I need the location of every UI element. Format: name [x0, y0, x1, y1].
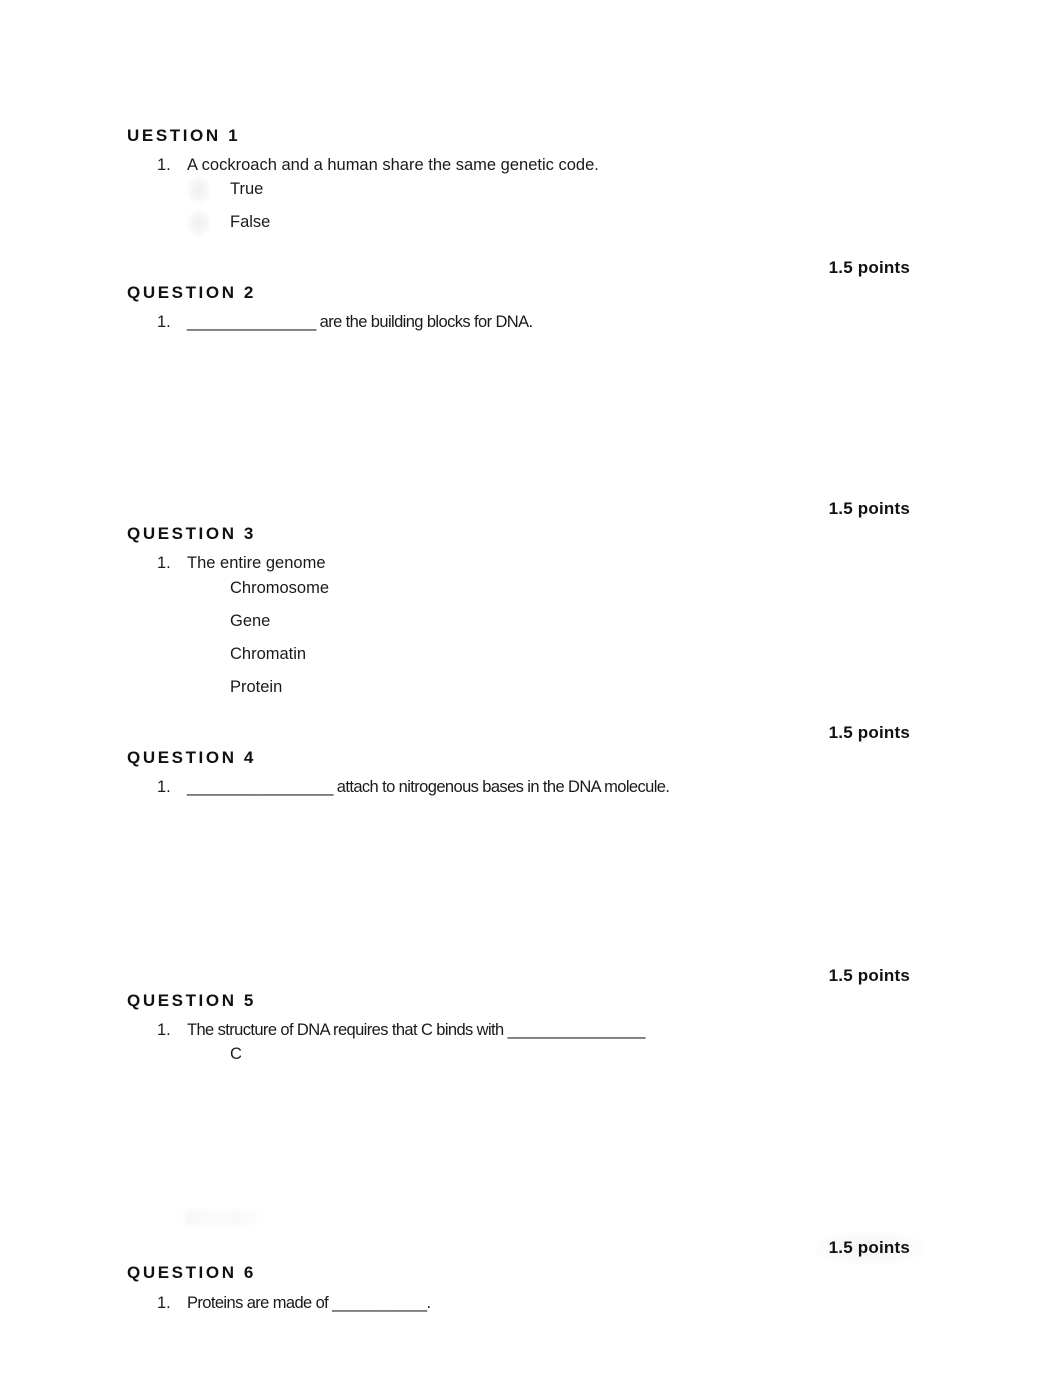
question-2-header: QUESTION 2 [127, 283, 256, 302]
question-3-text: The entire genome [187, 554, 326, 572]
question-4-header: QUESTION 4 [127, 748, 256, 767]
question-5-number: 1. [157, 1021, 171, 1039]
question-5-stem: 1. The structure of DNA requires that C b… [157, 1019, 645, 1042]
question-1-text: A cockroach and a human share the same g… [187, 156, 599, 174]
question-1-choice-true[interactable]: True [230, 180, 263, 199]
question-5-points: 1.5 points [814, 1231, 924, 1265]
question-3-header: QUESTION 3 [127, 524, 256, 543]
question-6-text: Proteins are made of ___________. [187, 1294, 431, 1312]
question-1-points: 1.5 points [828, 258, 910, 277]
question-3-choice-protein[interactable]: Protein [230, 678, 282, 697]
exam-page: UESTION 1 1. A cockroach and a human shar… [0, 0, 1062, 1377]
question-4-points: 1.5 points [828, 966, 910, 985]
question-4-text: _________________ attach to nitrogenous … [187, 778, 670, 796]
question-2-number: 1. [157, 313, 171, 331]
question-1-choice-false[interactable]: False [230, 213, 270, 232]
question-1-header: UESTION 1 [127, 126, 241, 145]
question-2-points: 1.5 points [828, 499, 910, 518]
question-5-text: The structure of DNA requires that C bin… [187, 1021, 645, 1039]
scan-artifact-smudge [185, 1210, 263, 1226]
radio-button-false-icon[interactable] [186, 208, 212, 238]
question-3-stem: 1. The entire genome [157, 552, 326, 575]
question-6-number: 1. [157, 1294, 171, 1312]
question-6-header: QUESTION 6 [127, 1263, 256, 1282]
question-4-number: 1. [157, 778, 171, 796]
question-2-text: _______________ are the building blocks … [187, 313, 533, 331]
question-4-stem: 1. _________________ attach to nitrogenou… [157, 776, 670, 799]
radio-button-true-icon[interactable] [186, 175, 212, 205]
question-5-choice-c[interactable]: C [230, 1045, 242, 1064]
question-5-header: QUESTION 5 [127, 991, 256, 1010]
question-1-number: 1. [157, 156, 171, 174]
question-3-choice-chromatin[interactable]: Chromatin [230, 645, 306, 664]
question-2-stem: 1. _______________ are the building block… [157, 311, 533, 334]
question-1-stem: 1. A cockroach and a human share the same… [157, 154, 599, 177]
question-3-choice-chromosome[interactable]: Chromosome [230, 579, 329, 598]
question-3-number: 1. [157, 554, 171, 572]
question-3-choice-gene[interactable]: Gene [230, 612, 270, 631]
question-3-points: 1.5 points [828, 723, 910, 742]
question-6-stem: 1. Proteins are made of ___________. [157, 1292, 431, 1315]
